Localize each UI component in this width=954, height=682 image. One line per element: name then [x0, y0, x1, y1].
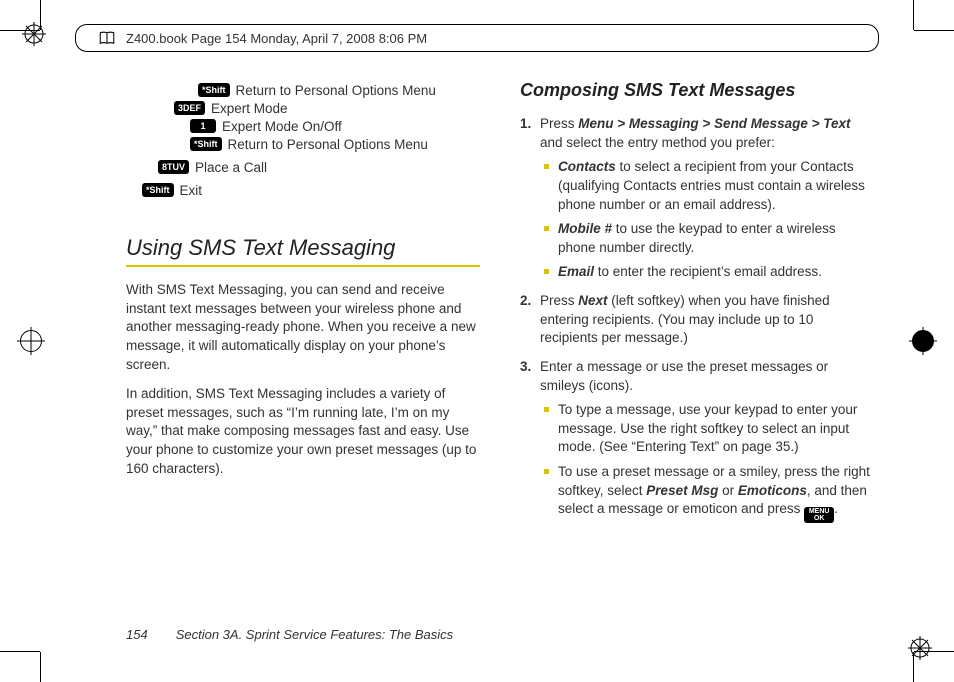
registration-mark-icon [912, 330, 934, 352]
step-text: Press [540, 116, 578, 131]
crop-mark [40, 652, 41, 682]
nav-chain: Menu > Messaging > Send Message > Text [578, 116, 850, 131]
menu-label: Return to Personal Options Menu [236, 83, 436, 98]
key-icon: 3DEF [174, 101, 205, 115]
right-column: Composing SMS Text Messages Press Menu >… [520, 80, 874, 612]
key-icon: *Shift [190, 137, 222, 151]
bullet-item: To use a preset message or a smiley, pre… [544, 463, 874, 523]
bullet-item: Mobile # to use the keypad to enter a wi… [544, 220, 874, 257]
option-text: . [834, 501, 838, 516]
bullet-item: To type a message, use your keypad to en… [544, 401, 874, 457]
menu-label: Place a Call [195, 160, 267, 175]
registration-icon [22, 22, 46, 46]
option-text: To type a message, use your keypad to en… [558, 402, 857, 454]
menu-label: Exit [180, 183, 203, 198]
header-text: Z400.book Page 154 Monday, April 7, 2008… [126, 31, 427, 46]
menu-item: 8TUV Place a Call [158, 160, 480, 175]
body-paragraph: In addition, SMS Text Messaging includes… [126, 385, 480, 478]
body-paragraph: With SMS Text Messaging, you can send an… [126, 281, 480, 374]
book-icon [98, 29, 116, 47]
registration-mark-icon [20, 330, 42, 352]
step-item: Press Menu > Messaging > Send Message > … [520, 115, 874, 282]
menu-item: *Shift Return to Personal Options Menu [190, 137, 480, 152]
option-text: or [718, 483, 738, 498]
steps-list: Press Menu > Messaging > Send Message > … [520, 115, 874, 533]
option-label: Preset Msg [646, 483, 718, 498]
section-heading: Using SMS Text Messaging [126, 235, 480, 261]
subsection-heading: Composing SMS Text Messages [520, 80, 874, 101]
option-label: Emoticons [738, 483, 807, 498]
step-item: Enter a message or use the preset messag… [520, 358, 874, 523]
bullet-item: Email to enter the recipient’s email add… [544, 263, 874, 282]
key-icon: 8TUV [158, 160, 189, 174]
key-icon: *Shift [142, 183, 174, 197]
step-text: and select the entry method you prefer: [540, 135, 775, 150]
step-text: Enter a message or use the preset messag… [540, 359, 828, 393]
menu-item: 1 Expert Mode On/Off [190, 119, 480, 134]
menu-tree: *Shift Return to Personal Options Menu 3… [126, 80, 480, 201]
option-label: Email [558, 264, 594, 279]
page-header-bar: Z400.book Page 154 Monday, April 7, 2008… [75, 24, 879, 52]
softkey-label: Next [578, 293, 607, 308]
bullet-item: Contacts to select a recipient from your… [544, 158, 874, 214]
menu-label: Expert Mode On/Off [222, 119, 342, 134]
registration-icon [908, 636, 932, 660]
crop-mark [913, 0, 914, 30]
menu-label: Return to Personal Options Menu [228, 137, 428, 152]
footer-section: Section 3A. Sprint Service Features: The… [176, 627, 453, 642]
section-rule [126, 265, 480, 267]
option-label: Mobile # [558, 221, 612, 236]
key-icon: *Shift [198, 83, 230, 97]
option-label: Contacts [558, 159, 616, 174]
menu-item: *Shift Exit [142, 183, 480, 198]
key-icon: 1 [190, 119, 216, 133]
menu-item: *Shift Return to Personal Options Menu [198, 83, 480, 98]
step-item: Press Next (left softkey) when you have … [520, 292, 874, 348]
page-number: 154 [126, 627, 148, 642]
crop-mark [0, 651, 40, 652]
crop-mark [914, 30, 954, 31]
step-text: Press [540, 293, 578, 308]
menu-item: 3DEF Expert Mode [174, 101, 480, 116]
menu-ok-key-icon: MENUOK [804, 507, 834, 523]
page-content: *Shift Return to Personal Options Menu 3… [126, 80, 874, 612]
left-column: *Shift Return to Personal Options Menu 3… [126, 80, 480, 612]
option-text: to enter the recipient’s email address. [594, 264, 822, 279]
menu-label: Expert Mode [211, 101, 288, 116]
page-footer: 154 Section 3A. Sprint Service Features:… [126, 627, 453, 642]
